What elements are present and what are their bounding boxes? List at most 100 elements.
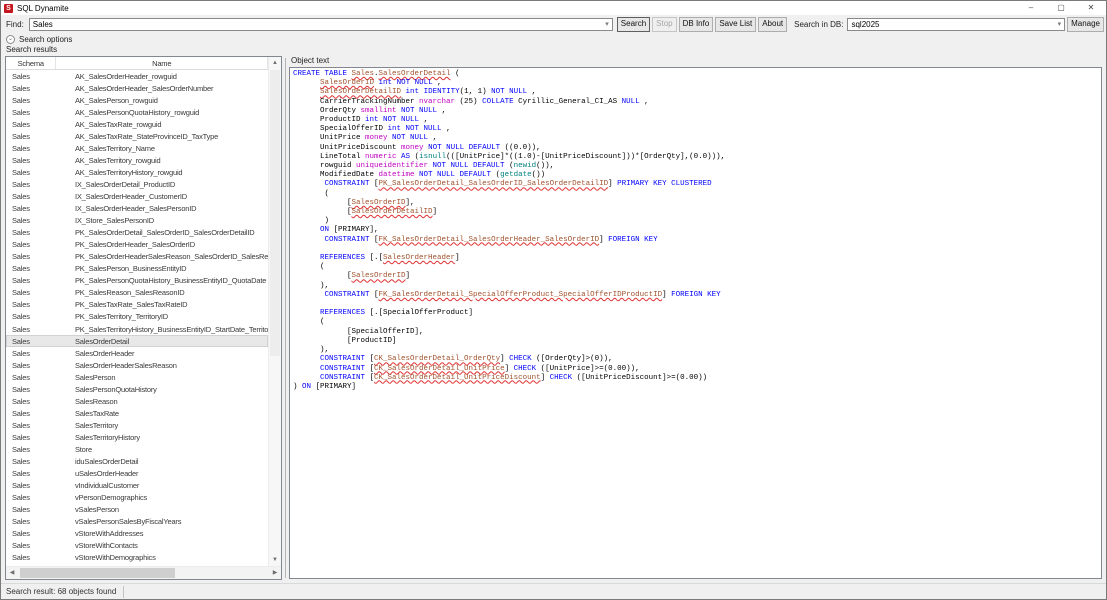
database-value: sql2025 [851, 20, 879, 29]
table-row[interactable]: SalesSalesOrderDetail [6, 335, 268, 347]
table-row[interactable]: SalesAK_SalesTerritory_Name [6, 142, 268, 154]
table-row[interactable]: SalesAK_SalesTerritory_rowguid [6, 154, 268, 166]
find-input[interactable]: Sales ▾ [29, 18, 613, 31]
maximize-icon[interactable]: ▢ [1046, 1, 1076, 15]
panel-splitter[interactable] [285, 58, 286, 578]
cell-name: SalesTerritoryHistory [69, 433, 268, 442]
cell-schema: Sales [6, 156, 69, 165]
table-row[interactable]: SalesPK_SalesPerson_BusinessEntityID [6, 263, 268, 275]
table-row[interactable]: SalesIX_Store_SalesPersonID [6, 215, 268, 227]
table-row[interactable]: SalesAK_SalesPersonQuotaHistory_rowguid [6, 106, 268, 118]
table-row[interactable]: SalesvSalesPersonSalesByFiscalYears [6, 516, 268, 528]
about-button[interactable]: About [758, 17, 787, 32]
close-icon[interactable]: ✕ [1076, 1, 1106, 15]
table-row[interactable]: SalesvStoreWithContacts [6, 540, 268, 552]
cell-name: vStoreWithAddresses [69, 529, 268, 538]
scroll-right-icon[interactable]: ▶ [269, 567, 281, 579]
table-row[interactable]: SalesPK_SalesOrderHeaderSalesReason_Sale… [6, 251, 268, 263]
table-row[interactable]: SalesAK_SalesOrderHeader_rowguid [6, 70, 268, 82]
table-row[interactable]: SalesStore [6, 443, 268, 455]
table-row[interactable]: SalesSalesOrderHeaderSalesReason [6, 359, 268, 371]
sql-line: ( [293, 190, 1101, 199]
status-text: Search result: 68 objects found [6, 587, 116, 596]
window-controls: – ▢ ✕ [1016, 1, 1106, 15]
search-in-db-label: Search in DB: [794, 20, 843, 29]
scroll-left-icon[interactable]: ◀ [6, 567, 18, 579]
sql-line: UnitPriceDiscount money NOT NULL DEFAULT… [293, 144, 1101, 153]
table-row[interactable]: SalesPK_SalesOrderHeader_SalesOrderID [6, 239, 268, 251]
cell-schema: Sales [6, 192, 69, 201]
cell-name: SalesReason [69, 397, 268, 406]
table-row[interactable]: SalesSalesTaxRate [6, 407, 268, 419]
sql-line: CONSTRAINT [CK_SalesOrderDetail_OrderQty… [293, 355, 1101, 364]
cell-name: SalesOrderHeaderSalesReason [69, 361, 268, 370]
manage-button[interactable]: Manage [1067, 17, 1104, 32]
cell-name: PK_SalesPersonQuotaHistory_BusinessEntit… [69, 276, 268, 285]
chevron-down-icon[interactable]: ▾ [1055, 19, 1065, 30]
db-info-button[interactable]: DB Info [679, 17, 714, 32]
column-header-schema[interactable]: Schema [6, 57, 56, 69]
table-row[interactable]: SalesSalesOrderHeader [6, 347, 268, 359]
table-row[interactable]: SalesSalesPerson [6, 371, 268, 383]
sql-line: CONSTRAINT [FK_SalesOrderDetail_SpecialO… [293, 291, 1101, 300]
column-header-name[interactable]: Name [56, 57, 268, 69]
horizontal-scrollbar[interactable]: ◀ ▶ [6, 566, 281, 579]
table-row[interactable]: SalesiduSalesOrderDetail [6, 456, 268, 468]
sql-line: LineTotal numeric AS (isnull(([UnitPrice… [293, 153, 1101, 162]
cell-schema: Sales [6, 445, 69, 454]
table-row[interactable]: SalesuSalesOrderHeader [6, 468, 268, 480]
scroll-up-icon[interactable]: ▲ [269, 57, 281, 69]
table-row[interactable]: SalesPK_SalesTaxRate_SalesTaxRateID [6, 299, 268, 311]
cell-schema: Sales [6, 276, 69, 285]
table-row[interactable]: SalesIX_SalesOrderHeader_SalesPersonID [6, 203, 268, 215]
table-row[interactable]: SalesAK_SalesTaxRate_StateProvinceID_Tax… [6, 130, 268, 142]
minimize-icon[interactable]: – [1016, 1, 1046, 15]
table-row[interactable]: SalesvStoreWithAddresses [6, 528, 268, 540]
chevron-down-circle-icon[interactable]: ⌄ [6, 35, 15, 44]
table-row[interactable]: SalesPK_SalesOrderDetail_SalesOrderID_Sa… [6, 227, 268, 239]
table-row[interactable]: SalesvStoreWithDemographics [6, 552, 268, 564]
table-row[interactable]: SalesvSalesPerson [6, 504, 268, 516]
table-row[interactable]: SalesSalesPersonQuotaHistory [6, 383, 268, 395]
table-row[interactable]: SalesPK_SalesPersonQuotaHistory_Business… [6, 275, 268, 287]
table-row[interactable]: SalesSalesTerritory [6, 419, 268, 431]
horizontal-scroll-thumb[interactable] [20, 568, 175, 578]
search-options-toggle[interactable]: ⌄ Search options [1, 33, 72, 45]
table-row[interactable]: SalesPK_SalesTerritory_TerritoryID [6, 311, 268, 323]
table-row[interactable]: SalesAK_SalesTerritoryHistory_rowguid [6, 166, 268, 178]
cell-name: vIndividualCustomer [69, 481, 268, 490]
table-row[interactable]: SalesIX_SalesOrderDetail_ProductID [6, 178, 268, 190]
table-row[interactable]: SalesvPersonDemographics [6, 492, 268, 504]
table-row[interactable]: SalesPK_SalesTerritoryHistory_BusinessEn… [6, 323, 268, 335]
cell-schema: Sales [6, 469, 69, 478]
table-row[interactable]: SalesIX_SalesOrderHeader_CustomerID [6, 190, 268, 202]
scroll-down-icon[interactable]: ▼ [269, 554, 281, 566]
search-button[interactable]: Search [617, 17, 650, 32]
vertical-scroll-thumb[interactable] [270, 70, 280, 356]
sql-line: REFERENCES [.[SpecialOfferProduct] [293, 309, 1101, 318]
sql-line: CONSTRAINT [PK_SalesOrderDetail_SalesOrd… [293, 180, 1101, 189]
sql-line: [SpecialOfferID], [293, 328, 1101, 337]
save-list-button[interactable]: Save List [715, 17, 756, 32]
sql-line: SalesOrderID int NOT NULL , [293, 79, 1101, 88]
table-row[interactable]: SalesPK_SalesReason_SalesReasonID [6, 287, 268, 299]
cell-schema: Sales [6, 409, 69, 418]
chevron-down-icon[interactable]: ▾ [602, 19, 612, 30]
vertical-scrollbar[interactable]: ▲ ▼ [268, 57, 281, 566]
main-area: Schema Name SalesAK_SalesOrderHeader_row… [1, 56, 1106, 585]
search-options-label: Search options [19, 35, 72, 44]
cell-name: PK_SalesTerritoryHistory_BusinessEntityI… [69, 325, 268, 334]
table-row[interactable]: SalesSalesReason [6, 395, 268, 407]
cell-schema: Sales [6, 168, 69, 177]
table-row[interactable]: SalesAK_SalesPerson_rowguid [6, 94, 268, 106]
sql-text[interactable]: CREATE TABLE Sales.SalesOrderDetail ( Sa… [289, 67, 1102, 579]
table-row[interactable]: SalesAK_SalesTaxRate_rowguid [6, 118, 268, 130]
cell-name: AK_SalesTerritoryHistory_rowguid [69, 168, 268, 177]
table-row[interactable]: SalesSalesTerritoryHistory [6, 431, 268, 443]
database-select[interactable]: sql2025 ▾ [847, 18, 1065, 31]
table-row[interactable]: SalesvIndividualCustomer [6, 480, 268, 492]
cell-schema: Sales [6, 421, 69, 430]
table-row[interactable]: SalesAK_SalesOrderHeader_SalesOrderNumbe… [6, 82, 268, 94]
cell-name: AK_SalesPerson_rowguid [69, 96, 268, 105]
cell-name: PK_SalesTaxRate_SalesTaxRateID [69, 300, 268, 309]
